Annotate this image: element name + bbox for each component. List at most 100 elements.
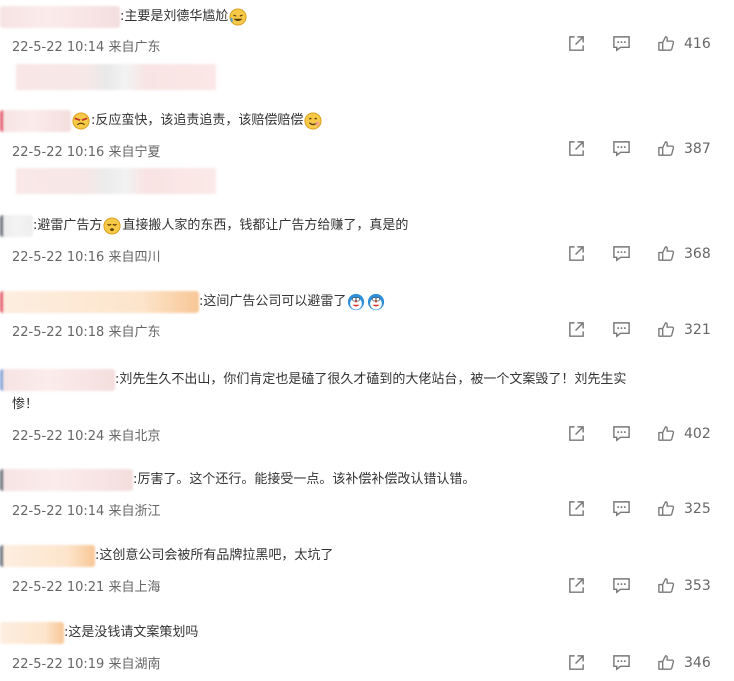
like-button[interactable]: 416 (657, 34, 712, 53)
share-icon[interactable] (567, 576, 586, 595)
comment-icon[interactable] (612, 424, 631, 443)
doraemon-emoji-icon (368, 293, 385, 311)
comment-actions: 346 (567, 653, 712, 672)
blurred-username (0, 6, 120, 28)
comment-line: :刘先生久不出山，你们肯定也是磕了很久才磕到的大佬站台，被一个文案毁了！刘先生实 (0, 369, 626, 392)
comment-date: 22-5-22 10:14 (12, 504, 105, 519)
comment-actions: 416 (567, 34, 712, 53)
like-button[interactable]: 325 (657, 499, 712, 518)
comment-text: :刘先生久不出山，你们肯定也是磕了很久才磕到的大佬站台，被一个文案毁了！刘先生实 (115, 372, 627, 387)
comment-date: 22-5-22 10:16 (12, 250, 105, 265)
share-icon[interactable] (567, 320, 586, 339)
comment-meta: 22-5-22 10:18 来自广东 (12, 321, 161, 340)
comment-actions: 387 (567, 139, 712, 158)
doraemon-emoji-icon (348, 293, 365, 311)
comment-icon[interactable] (612, 244, 631, 263)
blurred-username (0, 110, 71, 132)
like-button[interactable]: 402 (657, 424, 712, 443)
comment-text: :厉害了。这个还行。能接受一点。该补偿补偿改认错认错。 (133, 472, 476, 487)
comment-actions: 321 (567, 320, 712, 339)
comment-date: 22-5-22 10:16 (12, 145, 105, 160)
share-icon[interactable] (567, 424, 586, 443)
comment-meta: 22-5-22 10:24 来自北京 (12, 425, 161, 444)
like-count: 346 (684, 654, 711, 671)
comment-meta: 22-5-22 10:16 来自四川 (12, 246, 161, 265)
thumbs-up-icon (658, 578, 675, 593)
comment-line: :这间广告公司可以避雷了 (0, 291, 386, 314)
share-icon[interactable] (567, 34, 586, 53)
comment-meta: 22-5-22 10:14 来自浙江 (12, 500, 161, 519)
comment-text: :这间广告公司可以避雷了 (199, 294, 347, 309)
blurred-username (0, 369, 115, 391)
blurred-username (0, 469, 133, 491)
thumbs-up-icon (658, 36, 675, 51)
comment-icon[interactable] (612, 653, 631, 672)
thumbs-up-icon (658, 426, 675, 441)
comment-meta: 22-5-22 10:21 来自上海 (12, 576, 161, 595)
thumbs-up-icon (658, 141, 675, 156)
blurred-reply (16, 168, 216, 194)
comment-meta: 22-5-22 10:14 来自广东 (12, 36, 161, 55)
comment-line: :厉害了。这个还行。能接受一点。该补偿补偿改认错认错。 (0, 469, 475, 492)
comment-icon[interactable] (612, 320, 631, 339)
comment-location: 来自湖南 (108, 657, 161, 672)
like-button[interactable]: 368 (657, 244, 712, 263)
share-icon[interactable] (567, 499, 586, 518)
blurred-username (0, 622, 64, 644)
comment-icon[interactable] (612, 576, 631, 595)
comment-location: 来自上海 (108, 580, 161, 595)
comment-meta: 22-5-22 10:16 来自宁夏 (12, 141, 161, 160)
comment-actions: 353 (567, 576, 712, 595)
thumbs-up-icon (658, 501, 675, 516)
blurred-username (0, 215, 33, 237)
comment-date: 22-5-22 10:24 (12, 429, 105, 444)
comment-icon[interactable] (612, 139, 631, 158)
comment-text: :这是没钱请文案策划吗 (64, 625, 199, 640)
comment-line: :避雷广告方 直接搬人家的东西，钱都让广告方给赚了，真是的 (0, 215, 408, 238)
comment-actions: 325 (567, 499, 712, 518)
comment-date: 22-5-22 10:21 (12, 580, 105, 595)
comment-meta: 22-5-22 10:19 来自湖南 (12, 653, 161, 672)
thumbs-up-icon (658, 655, 675, 670)
comment-location: 来自广东 (108, 325, 161, 340)
share-icon[interactable] (567, 139, 586, 158)
like-count: 353 (684, 577, 711, 594)
comment-line: :反应蛮快，该追责追责，该赔偿赔偿 (0, 110, 323, 133)
like-count: 402 (684, 425, 711, 442)
like-button[interactable]: 353 (657, 576, 712, 595)
comment-location: 来自广东 (108, 40, 161, 55)
comment-line: :主要是刘德华尴尬 (0, 6, 248, 29)
like-count: 416 (684, 35, 711, 52)
smile-emoji-icon (304, 112, 322, 130)
comment-location: 来自浙江 (108, 504, 161, 519)
comment-location: 来自北京 (108, 429, 161, 444)
comment-line: :这是没钱请文案策划吗 (0, 622, 198, 645)
comment-date: 22-5-22 10:18 (12, 325, 105, 340)
comment-location: 来自宁夏 (108, 145, 161, 160)
comment-text: :主要是刘德华尴尬 (120, 9, 229, 24)
share-icon[interactable] (567, 653, 586, 672)
thumbs-up-icon (658, 246, 675, 261)
comment-icon[interactable] (612, 34, 631, 53)
sleepy-emoji-icon (103, 217, 121, 235)
blurred-username (0, 545, 95, 567)
like-button[interactable]: 346 (657, 653, 712, 672)
comment-location: 来自四川 (108, 250, 161, 265)
like-button[interactable]: 387 (657, 139, 712, 158)
like-count: 321 (684, 321, 711, 338)
thumbs-up-icon (658, 322, 675, 337)
share-icon[interactable] (567, 244, 586, 263)
blurred-reply (16, 64, 216, 90)
comment-actions: 368 (567, 244, 712, 263)
blurred-username (0, 291, 199, 313)
like-count: 368 (684, 245, 711, 262)
comment-text: :反应蛮快，该追责追责，该赔偿赔偿 (91, 113, 304, 128)
like-button[interactable]: 321 (657, 320, 712, 339)
laughing-crying-emoji-icon (229, 8, 247, 26)
angry-emoji-icon (72, 112, 90, 130)
like-count: 325 (684, 500, 711, 517)
comment-line: 惨！ (12, 394, 38, 417)
comment-icon[interactable] (612, 499, 631, 518)
comment-actions: 402 (567, 424, 712, 443)
comment-line: :这创意公司会被所有品牌拉黑吧，太坑了 (0, 545, 333, 568)
